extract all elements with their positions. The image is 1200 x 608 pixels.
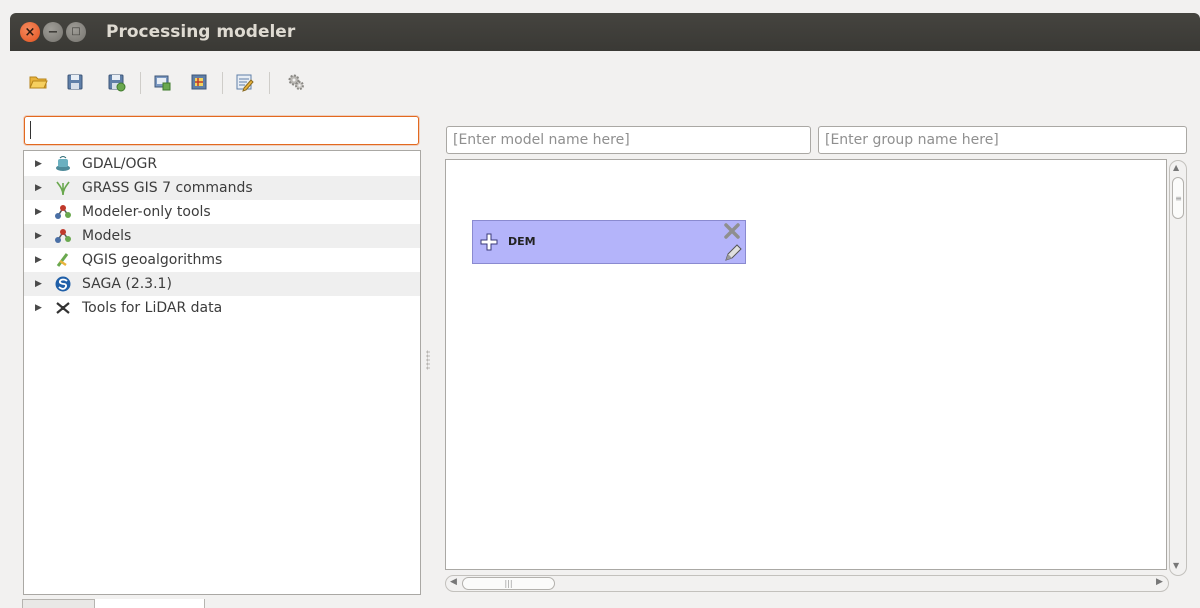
minimize-window-button[interactable]: −: [43, 22, 63, 42]
models-icon: [54, 227, 72, 245]
toolbar: [24, 70, 344, 96]
tree-item-label: SAGA (2.3.1): [82, 276, 172, 292]
toolbar-separator: [269, 72, 270, 94]
horizontal-scrollbar[interactable]: ◀ ||| ▶: [445, 575, 1169, 592]
export-script-icon: [191, 74, 207, 90]
splitter-handle[interactable]: [426, 350, 430, 370]
expand-arrow-icon[interactable]: ▶: [35, 255, 45, 265]
edit-help-button[interactable]: [232, 70, 256, 94]
tab-inputs[interactable]: Inputs: [22, 599, 95, 608]
scroll-left-icon[interactable]: ◀: [450, 577, 457, 587]
edit-help-icon: [236, 74, 254, 92]
gdal-icon: [54, 155, 72, 173]
vertical-scroll-thumb[interactable]: ≡: [1172, 177, 1184, 219]
tab-algorithms[interactable]: Algorithms: [94, 599, 205, 608]
window-title: Processing modeler: [106, 22, 296, 42]
delete-node-icon[interactable]: [723, 222, 741, 240]
qgis-icon: [54, 251, 72, 269]
maximize-window-button[interactable]: □: [66, 22, 86, 42]
export-image-icon: [154, 75, 171, 91]
group-name-input[interactable]: [818, 126, 1187, 154]
expand-arrow-icon[interactable]: ▶: [35, 279, 45, 289]
tree-item-modeler-only[interactable]: ▶ Modeler-only tools: [24, 200, 420, 224]
tree-item-label: GDAL/OGR: [82, 156, 158, 172]
title-bar: × − □ Processing modeler: [10, 13, 1200, 51]
lidar-icon: [54, 299, 72, 317]
save-as-icon: [108, 74, 126, 92]
tree-item-label: GRASS GIS 7 commands: [82, 180, 253, 196]
close-window-button[interactable]: ×: [20, 22, 40, 42]
save-icon: [67, 74, 83, 90]
scroll-down-icon[interactable]: ▼: [1173, 561, 1179, 570]
saga-icon: [54, 275, 72, 293]
folder-open-icon: [29, 76, 48, 89]
toolbar-separator: [140, 72, 141, 94]
tree-item-label: Tools for LiDAR data: [82, 300, 223, 316]
expand-arrow-icon[interactable]: ▶: [35, 231, 45, 241]
tree-item-lidar[interactable]: ▶ Tools for LiDAR data: [24, 296, 420, 320]
model-input-node[interactable]: DEM: [472, 220, 746, 264]
tree-item-models[interactable]: ▶ Models: [24, 224, 420, 248]
open-model-button[interactable]: [26, 70, 50, 94]
scroll-up-icon[interactable]: ▲: [1173, 163, 1179, 172]
expand-arrow-icon[interactable]: ▶: [35, 303, 45, 313]
run-model-button[interactable]: [284, 70, 308, 94]
tree-item-qgis[interactable]: ▶ QGIS geoalgorithms: [24, 248, 420, 272]
save-as-model-button[interactable]: [104, 70, 128, 94]
export-python-button[interactable]: [187, 70, 211, 94]
edit-node-icon[interactable]: [723, 243, 743, 263]
tree-item-gdal[interactable]: ▶ GDAL/OGR: [24, 152, 420, 176]
text-caret: [30, 121, 31, 139]
expand-arrow-icon[interactable]: ▶: [35, 159, 45, 169]
tree-item-grass[interactable]: ▶ GRASS GIS 7 commands: [24, 176, 420, 200]
modeler-icon: [54, 203, 72, 221]
plus-icon: [480, 233, 498, 251]
export-image-button[interactable]: [150, 70, 174, 94]
node-label: DEM: [508, 235, 536, 248]
tree-item-label: Models: [82, 228, 132, 244]
algorithm-search-input[interactable]: [24, 116, 419, 145]
tree-item-label: Modeler-only tools: [82, 204, 211, 220]
tree-item-label: QGIS geoalgorithms: [82, 252, 223, 268]
model-name-input[interactable]: [446, 126, 811, 154]
algorithm-tree[interactable]: ▶ GDAL/OGR ▶ GRASS GIS 7 commands ▶ Mode…: [23, 150, 421, 595]
run-gears-icon: [288, 74, 304, 90]
toolbar-separator: [222, 72, 223, 94]
tree-item-saga[interactable]: ▶ SAGA (2.3.1): [24, 272, 420, 296]
save-model-button[interactable]: [63, 70, 87, 94]
expand-arrow-icon[interactable]: ▶: [35, 183, 45, 193]
grass-icon: [54, 179, 72, 197]
expand-arrow-icon[interactable]: ▶: [35, 207, 45, 217]
scroll-right-icon[interactable]: ▶: [1156, 577, 1163, 587]
horizontal-scroll-thumb[interactable]: |||: [462, 577, 555, 590]
vertical-scrollbar[interactable]: ▲ ≡ ▼: [1169, 160, 1187, 576]
